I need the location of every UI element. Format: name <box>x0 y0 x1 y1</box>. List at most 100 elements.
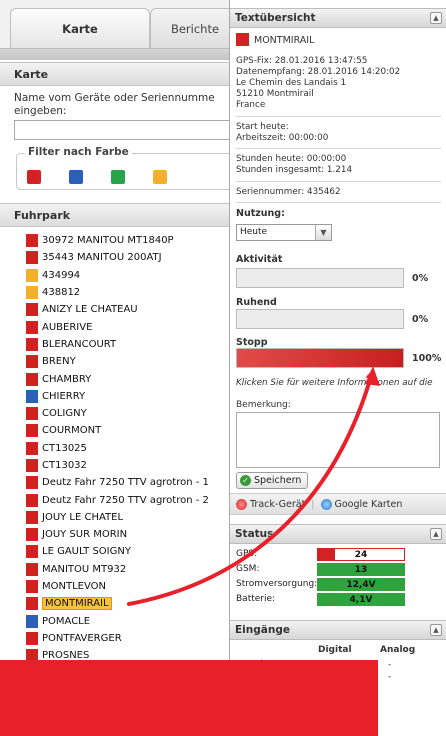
fleet-item-name: JOUY SUR MORIN <box>42 529 128 541</box>
fleet-list-item[interactable]: COURMONT <box>26 422 238 439</box>
chevron-down-icon[interactable]: ▼ <box>315 225 331 240</box>
status-title: Status <box>235 528 274 540</box>
address-line-1: Le Chemin des Landais 1 <box>236 78 347 88</box>
fleet-item-color-swatch <box>26 510 38 524</box>
fleet-item-name: 438812 <box>42 287 81 299</box>
status-label: Stromversorgung: <box>236 579 318 589</box>
status-value: 13 <box>354 565 368 575</box>
fleet-list-item[interactable]: Deutz Fahr 7250 TTV agrotron - 1 <box>26 474 238 491</box>
fleet-item-name: 35443 MANITOU 200ATJ <box>42 252 162 264</box>
fleet-list-item[interactable]: MONTMIRAIL <box>26 595 238 612</box>
aktivitaet-bar <box>236 268 404 288</box>
status-value: 12,4V <box>346 580 376 590</box>
fleet-list-item[interactable]: BRENY <box>26 353 238 370</box>
link-separator: | <box>311 498 315 510</box>
status-bar: 24 <box>317 548 405 561</box>
fleet-list-item[interactable]: 30972 MANITOU MT1840P <box>26 232 238 249</box>
fleet-list-item[interactable]: JOUY SUR MORIN <box>26 526 238 543</box>
fleet-list-item[interactable]: CT13032 <box>26 457 238 474</box>
fuhrpark-section-header[interactable]: Fuhrpark <box>0 203 238 227</box>
datenempfang-text: Datenempfang: 28.01.2016 14:20:02 <box>236 67 401 77</box>
color-filter-group: Filter nach Farbe <box>16 146 246 190</box>
stopp-bar <box>236 348 404 368</box>
device-name: MONTMIRAIL <box>254 35 315 46</box>
filter-red-swatch[interactable] <box>27 170 41 184</box>
fleet-list-item[interactable]: CHIERRY <box>26 388 238 405</box>
filter-orange-swatch[interactable] <box>153 170 167 184</box>
collapse-icon[interactable]: ▲ <box>430 528 442 540</box>
fleet-item-color-swatch <box>26 631 38 645</box>
fleet-item-color-swatch <box>26 268 38 282</box>
divider <box>236 202 441 203</box>
fleet-item-name: 434994 <box>42 269 81 281</box>
eingaenge-header[interactable]: Eingänge ▲ <box>230 620 446 640</box>
track-device-link[interactable]: Track-Gerät <box>250 499 305 510</box>
fleet-item-color-swatch <box>26 286 38 300</box>
stopp-label: Stopp <box>236 337 268 348</box>
fleet-item-color-swatch <box>26 234 38 248</box>
fleet-list-item[interactable]: CHAMBRY <box>26 370 238 387</box>
fleet-list-item[interactable]: MANITOU MT932 <box>26 561 238 578</box>
fleet-item-name: 30972 MANITOU MT1840P <box>42 235 174 247</box>
stopp-bar-fill <box>237 349 403 367</box>
fleet-item-color-swatch <box>26 441 38 455</box>
fleet-item-name: AUBERIVE <box>42 321 93 333</box>
fleet-item-name: COLIGNY <box>42 408 87 420</box>
search-input[interactable] <box>14 120 244 140</box>
fleet-list-item[interactable]: Deutz Fahr 7250 TTV agrotron - 2 <box>26 491 238 508</box>
fleet-item-color-swatch <box>26 355 38 369</box>
fleet-item-name: Deutz Fahr 7250 TTV agrotron - 2 <box>42 494 209 506</box>
nutzung-select[interactable]: Heute ▼ <box>236 224 332 241</box>
gps-fix-text: GPS-Fix: 28.01.2016 13:47:55 <box>236 56 368 66</box>
fleet-item-color-swatch <box>26 597 38 611</box>
divider <box>236 148 441 149</box>
filter-blue-swatch[interactable] <box>69 170 83 184</box>
fleet-item-name: CT13025 <box>42 442 87 454</box>
tab-berichte[interactable]: Berichte <box>150 8 240 48</box>
aktivitaet-label: Aktivität <box>236 254 283 265</box>
fleet-list-item[interactable]: POMACLE <box>26 613 238 630</box>
fleet-item-name: CT13032 <box>42 460 87 471</box>
divider <box>236 181 441 182</box>
collapse-icon[interactable]: ▲ <box>430 624 442 636</box>
right-panel: Textübersicht ▲ MONTMIRAIL GPS-Fix: 28.0… <box>229 0 446 690</box>
track-icon <box>236 498 247 510</box>
fleet-item-name: POMACLE <box>42 615 91 627</box>
save-button-label: Speichern <box>254 475 302 486</box>
fleet-item-color-swatch <box>26 303 38 317</box>
info-hint[interactable]: Klicken Sie für weitere Informationen au… <box>236 378 433 388</box>
fleet-list-item[interactable]: PONTFAVERGER <box>26 630 238 647</box>
fleet-list-item[interactable]: 434994 <box>26 267 238 284</box>
karte-section-header[interactable]: Karte <box>0 62 238 86</box>
fleet-list-item[interactable]: JOUY LE CHATEL <box>26 509 238 526</box>
fleet-list-item[interactable]: AUBERIVE <box>26 318 238 335</box>
eingaenge-title: Eingänge <box>235 624 290 636</box>
bemerkung-textarea[interactable] <box>236 412 440 468</box>
textuebersicht-header[interactable]: Textübersicht ▲ <box>230 8 446 28</box>
save-button[interactable]: ✓ Speichern <box>236 472 308 489</box>
fleet-list-item[interactable]: COLIGNY <box>26 405 238 422</box>
status-header[interactable]: Status ▲ <box>230 524 446 544</box>
fleet-list-item[interactable]: ANIZY LE CHATEAU <box>26 301 238 318</box>
fleet-list-item[interactable]: 35443 MANITOU 200ATJ <box>26 249 238 266</box>
fleet-list-item[interactable]: 438812 <box>26 284 238 301</box>
google-maps-link[interactable]: Google Karten <box>335 499 403 510</box>
stopp-percent: 100% <box>412 353 442 364</box>
filter-green-swatch[interactable] <box>111 170 125 184</box>
device-color-swatch <box>236 33 249 46</box>
fleet-list-item[interactable]: LE GAULT SOIGNY <box>26 543 238 560</box>
fleet-item-color-swatch <box>26 493 38 507</box>
fleet-list-item[interactable]: BLERANCOURT <box>26 336 238 353</box>
fleet-list-item[interactable]: CT13025 <box>26 440 238 457</box>
fleet-item-name: LE GAULT SOIGNY <box>42 546 131 558</box>
filter-legend: Filter nach Farbe <box>25 146 132 158</box>
fleet-item-name: MONTMIRAIL <box>42 597 112 611</box>
collapse-icon[interactable]: ▲ <box>430 12 442 24</box>
status-value: 4,1V <box>349 595 373 605</box>
tab-karte[interactable]: Karte <box>10 8 150 48</box>
fleet-item-color-swatch <box>26 372 38 386</box>
fleet-item-name: PONTFAVERGER <box>42 632 122 644</box>
input-analog-value: - <box>388 672 392 682</box>
fleet-list-item[interactable]: MONTLEVON <box>26 578 238 595</box>
bemerkung-label: Bemerkung: <box>236 400 291 410</box>
